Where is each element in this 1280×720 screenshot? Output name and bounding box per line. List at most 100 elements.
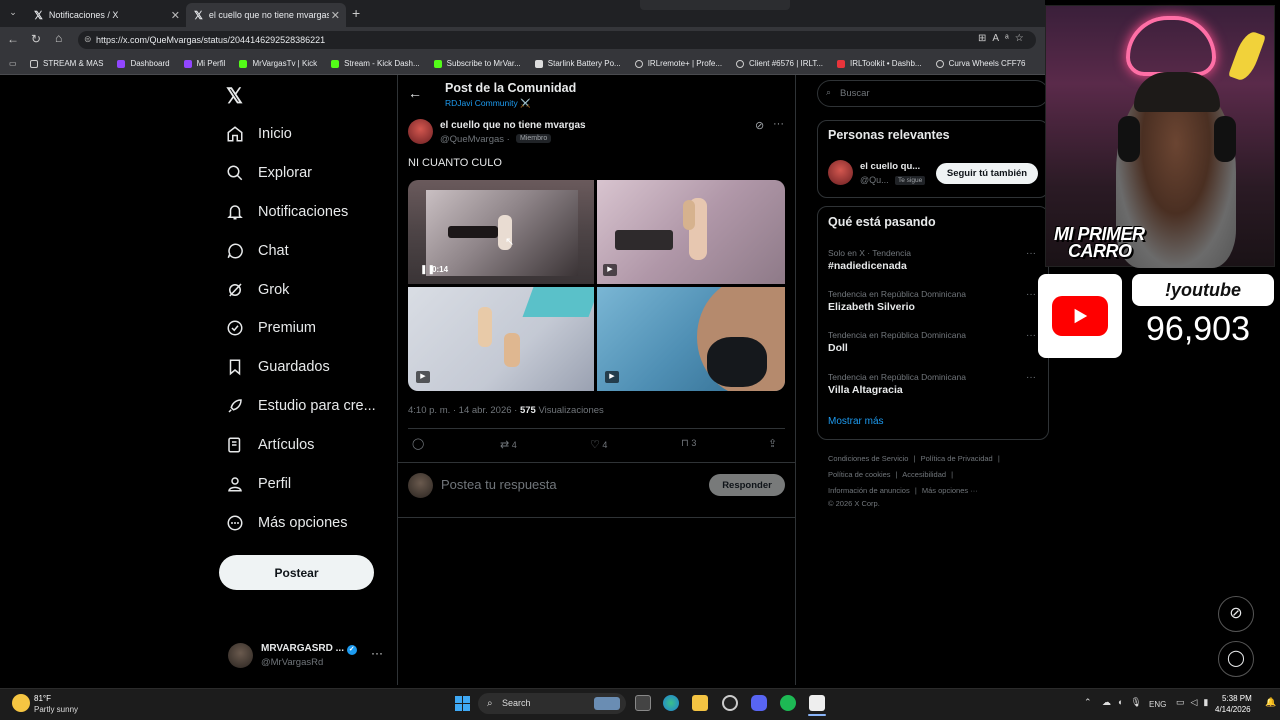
- nav-more[interactable]: Más opciones: [226, 514, 347, 532]
- footer-link[interactable]: Política de cookies | Accesibilidad |: [828, 470, 956, 479]
- x-logo[interactable]: 𝕏: [226, 84, 243, 109]
- more-icon[interactable]: ···: [1026, 330, 1036, 341]
- back-arrow-icon[interactable]: ←: [408, 85, 422, 101]
- trend-name[interactable]: Elizabeth Silverio: [828, 301, 915, 313]
- bookmark[interactable]: IRLToolkit • Dashb...: [837, 59, 922, 68]
- reply-input[interactable]: Postea tu respuesta: [441, 477, 557, 492]
- address-bar[interactable]: https://x.com/QueMvargas/status/20441462…: [78, 31, 1036, 49]
- taskbar-search[interactable]: ⌕ Search: [478, 693, 626, 714]
- bookmark-action[interactable]: ⊓ 3: [681, 438, 696, 449]
- nav-articles[interactable]: Artículos: [226, 436, 314, 454]
- nav-chat[interactable]: Chat: [226, 242, 289, 260]
- language-indicator[interactable]: ENG: [1149, 700, 1166, 709]
- grok-floating-button[interactable]: ⊘: [1218, 596, 1254, 632]
- more-icon[interactable]: ···: [1026, 248, 1036, 259]
- repost-action[interactable]: ⇄ 4: [500, 438, 517, 451]
- grok-icon[interactable]: ⊘: [755, 119, 764, 132]
- reply-button[interactable]: Responder: [709, 474, 785, 496]
- x-tab-icon: 𝕏: [34, 9, 43, 22]
- browser-action-icons[interactable]: ⊞Aᵃ☆: [978, 33, 1030, 44]
- weather-desc[interactable]: Partly sunny: [34, 705, 78, 714]
- bookmark[interactable]: Curva Wheels CFF76: [935, 59, 1026, 68]
- nav-premium[interactable]: Premium: [226, 319, 316, 337]
- account-switcher[interactable]: MRVARGASRD ... ✓ @MrVargasRd ···: [228, 641, 388, 671]
- nav-bookmarks[interactable]: Guardados: [226, 358, 330, 376]
- start-icon[interactable]: [455, 696, 470, 711]
- chat-icon: [226, 242, 244, 260]
- video-thumbnail-2[interactable]: ▶: [597, 180, 785, 284]
- home-icon[interactable]: ⌂: [55, 31, 62, 45]
- close-icon[interactable]: ✕: [171, 9, 180, 22]
- tab-active-post[interactable]: 𝕏 el cuello que no tiene mvargas en ✕: [186, 3, 346, 27]
- author-handle[interactable]: @QueMvargas ·: [440, 134, 510, 145]
- author-avatar[interactable]: [408, 119, 433, 144]
- member-badge: Miembro: [516, 134, 552, 143]
- nav-grok[interactable]: Grok: [226, 281, 289, 299]
- bookmarks-menu-icon[interactable]: ▭: [9, 59, 17, 68]
- reload-icon[interactable]: ↻: [31, 32, 41, 46]
- discord-icon[interactable]: [751, 695, 767, 711]
- nav-notifications[interactable]: Notificaciones: [226, 203, 348, 221]
- app-icon[interactable]: [809, 695, 825, 711]
- tab-list-button[interactable]: ⌄: [5, 7, 21, 21]
- bookmark[interactable]: MrVargasTv | Kick: [239, 59, 317, 68]
- avatar[interactable]: [828, 160, 853, 185]
- bookmark-folder[interactable]: STREAM & MAS: [30, 59, 103, 68]
- reply-action[interactable]: ◯: [412, 437, 424, 450]
- follow-back-button[interactable]: Seguir tú también: [936, 163, 1038, 184]
- new-tab-button[interactable]: +: [352, 5, 360, 21]
- nav-home[interactable]: Inicio: [226, 125, 292, 143]
- file-explorer-icon[interactable]: [692, 695, 708, 711]
- site-info-icon[interactable]: ⊜: [84, 34, 92, 45]
- nav-explore[interactable]: Explorar: [226, 164, 312, 182]
- tab-notifications[interactable]: 𝕏 Notificaciones / X ✕: [26, 3, 186, 27]
- bookmark[interactable]: Mi Perfil: [183, 59, 225, 68]
- bookmark[interactable]: Starlink Battery Po...: [534, 59, 621, 68]
- bookmark[interactable]: IRLremote+ | Profe...: [634, 59, 722, 68]
- search-input[interactable]: Buscar: [817, 80, 1049, 107]
- notification-bell-icon[interactable]: 🔔: [1265, 697, 1276, 708]
- nav-creator-studio[interactable]: Estudio para cre...: [226, 397, 376, 415]
- author-name[interactable]: el cuello que no tiene mvargas: [440, 120, 586, 131]
- bookmark[interactable]: Subscribe to MrVar...: [433, 59, 521, 68]
- more-icon[interactable]: ···: [1026, 372, 1036, 383]
- task-view-icon[interactable]: [635, 695, 651, 711]
- divider: [408, 428, 785, 429]
- community-link[interactable]: RDJavi Community ⚔️: [445, 98, 531, 109]
- tray-chevron-icon[interactable]: ⌃: [1084, 697, 1092, 708]
- weather-temp[interactable]: 81°F: [34, 694, 51, 703]
- edge-icon[interactable]: [663, 695, 679, 711]
- footer-link[interactable]: Condiciones de Servicio | Política de Pr…: [828, 454, 1003, 463]
- obs-icon[interactable]: [722, 695, 738, 711]
- chat-floating-button[interactable]: ◯: [1218, 641, 1254, 677]
- bookmark[interactable]: Dashboard: [117, 59, 170, 68]
- more-icon[interactable]: ···: [371, 646, 383, 660]
- more-icon[interactable]: ···: [1026, 289, 1036, 300]
- grok-icon: [226, 281, 244, 299]
- share-icon[interactable]: ⇪: [768, 437, 777, 450]
- spotify-icon[interactable]: [780, 695, 796, 711]
- show-more-link[interactable]: Mostrar más: [828, 416, 884, 427]
- post-button[interactable]: Postear: [219, 555, 374, 590]
- clock-time[interactable]: 5:38 PM: [1222, 694, 1252, 703]
- like-action[interactable]: ♡ 4: [590, 438, 607, 451]
- trend-name[interactable]: Doll: [828, 342, 848, 354]
- relevant-name[interactable]: el cuello qu...: [860, 161, 920, 172]
- network-volume-icons[interactable]: ▭◁▮: [1176, 697, 1214, 708]
- video-thumbnail-1[interactable]: ❚❚ 0:14: [408, 180, 594, 284]
- footer-link[interactable]: Información de anuncios | Más opciones ·…: [828, 486, 978, 495]
- weather-icon[interactable]: [12, 694, 30, 712]
- youtube-icon: [1052, 296, 1108, 336]
- bookmark[interactable]: Stream - Kick Dash...: [331, 59, 420, 68]
- trend-name[interactable]: Villa Altagracia: [828, 384, 903, 396]
- bookmark[interactable]: Client #6576 | IRLT...: [736, 59, 823, 68]
- video-thumbnail-4[interactable]: ▶: [597, 287, 785, 391]
- video-thumbnail-3[interactable]: ▶: [408, 287, 594, 391]
- back-icon[interactable]: ←: [7, 32, 19, 46]
- trend-name[interactable]: #nadiedicenada: [828, 260, 907, 272]
- more-icon[interactable]: ···: [773, 118, 784, 130]
- nav-profile[interactable]: Perfil: [226, 475, 291, 493]
- clock-date[interactable]: 4/14/2026: [1215, 705, 1251, 714]
- close-icon[interactable]: ✕: [331, 9, 340, 22]
- tray-icons[interactable]: ☁◐🎙: [1102, 697, 1149, 708]
